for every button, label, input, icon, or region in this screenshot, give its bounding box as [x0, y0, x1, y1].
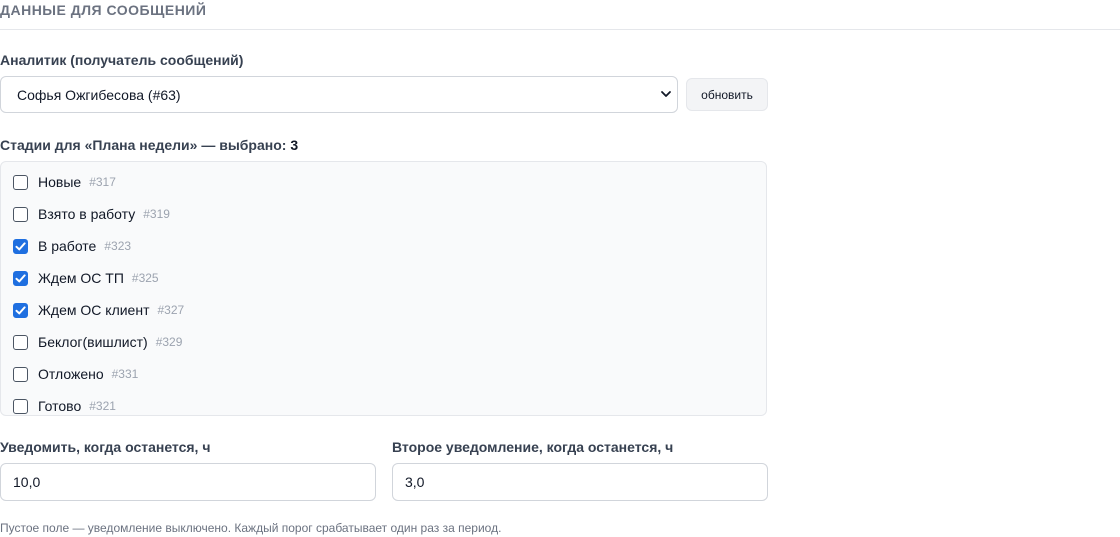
stage-id: #331: [111, 367, 139, 381]
stage-name: Ждем ОС клиент: [38, 302, 150, 318]
stage-name: Отложено: [38, 366, 104, 382]
analyst-label: Аналитик (получатель сообщений): [0, 52, 244, 68]
stage-name: В работе: [38, 238, 97, 254]
stage-name: Новые: [38, 174, 82, 190]
stage-item[interactable]: В работе #323: [13, 236, 131, 256]
first-notify-input[interactable]: [0, 463, 376, 501]
stage-checkbox[interactable]: [13, 366, 28, 382]
second-notify-label: Второе уведомление, когда останется, ч: [392, 439, 674, 455]
stage-checkbox[interactable]: [13, 206, 28, 222]
stage-item[interactable]: Беклог(вишлист) #329: [13, 332, 182, 352]
stage-id: #317: [89, 175, 116, 189]
notify-hint: Пустое поле — уведомление выключено. Каж…: [0, 521, 502, 535]
stage-item[interactable]: Готово #321: [13, 396, 116, 415]
checkmark-icon: [15, 241, 26, 250]
analyst-select-value: Софья Ожгибесова (#63): [17, 87, 181, 103]
stage-item[interactable]: Ждем ОС ТП #325: [13, 268, 159, 288]
stage-checkbox[interactable]: [13, 302, 28, 318]
stage-item[interactable]: Отложено #331: [13, 364, 138, 384]
stage-checkbox[interactable]: [13, 270, 28, 286]
stage-id: #325: [131, 271, 159, 285]
stages-list[interactable]: Новые #317 Взято в работу #319 В работе …: [0, 161, 767, 416]
second-notify-input[interactable]: [392, 463, 768, 501]
stage-name: Готово: [38, 398, 82, 414]
stage-name: Беклог(вишлист): [38, 334, 148, 350]
stage-id: #329: [155, 335, 183, 349]
stage-checkbox[interactable]: [13, 174, 28, 190]
stages-label-text: Стадии для «Плана недели» — выбрано:: [0, 137, 291, 153]
stage-item[interactable]: Ждем ОС клиент #327: [13, 300, 184, 320]
section-title: ДАННЫЕ ДЛЯ СООБЩЕНИЙ: [0, 2, 207, 18]
stage-item[interactable]: Взято в работу #319: [13, 204, 170, 224]
analyst-select[interactable]: Софья Ожгибесова (#63): [0, 76, 678, 113]
stage-id: #319: [143, 207, 170, 221]
stages-label: Стадии для «Плана недели» — выбрано: 3: [0, 137, 298, 153]
checkmark-icon: [15, 273, 26, 282]
stages-selected-count: 3: [290, 137, 299, 153]
refresh-button[interactable]: обновить: [686, 78, 768, 111]
stage-id: #321: [89, 399, 116, 413]
stage-checkbox[interactable]: [13, 238, 28, 254]
first-notify-label: Уведомить, когда останется, ч: [0, 439, 211, 455]
stage-id: #323: [104, 239, 132, 253]
stage-checkbox[interactable]: [13, 334, 28, 350]
section-divider: [0, 29, 1120, 30]
chevron-down-icon: [661, 91, 671, 97]
stage-id: #327: [157, 303, 185, 317]
stage-checkbox[interactable]: [13, 398, 28, 414]
checkmark-icon: [15, 305, 26, 314]
stage-name: Взято в работу: [38, 206, 136, 222]
stage-name: Ждем ОС ТП: [38, 270, 124, 286]
stage-item[interactable]: Новые #317: [13, 172, 116, 192]
